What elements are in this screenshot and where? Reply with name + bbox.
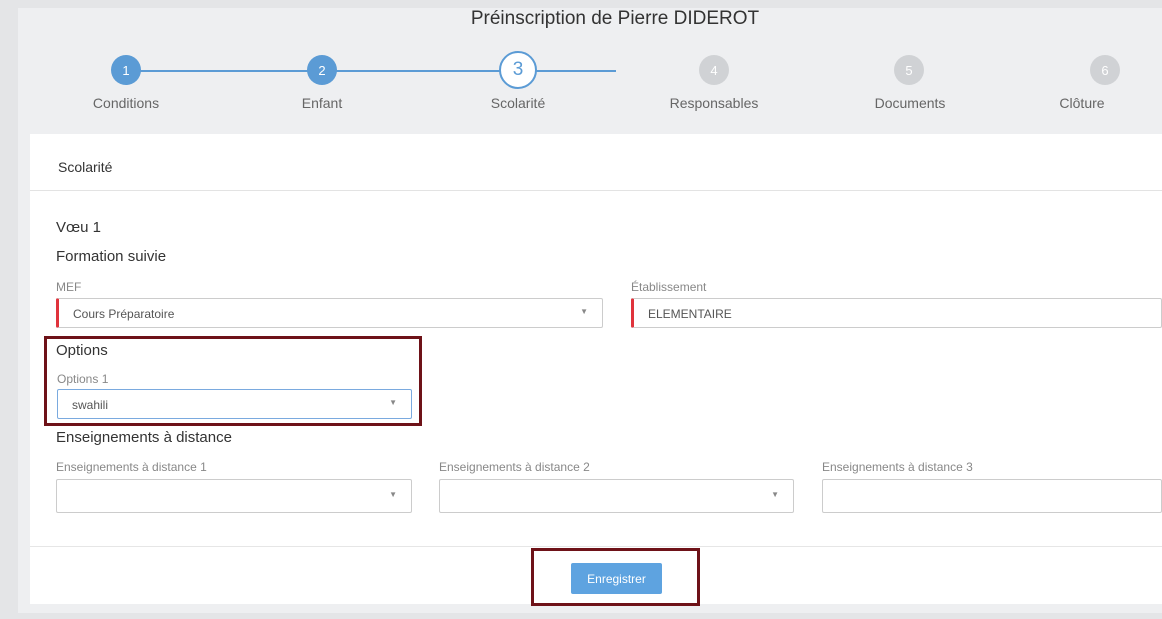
- chevron-down-icon: ▼: [771, 490, 779, 499]
- chevron-down-icon: ▼: [389, 490, 397, 499]
- distance-2-label: Enseignements à distance 2: [439, 460, 590, 474]
- mef-label: MEF: [56, 280, 82, 294]
- step-circle-responsables: 4: [699, 55, 729, 85]
- step-circle-scolarite[interactable]: 3: [499, 51, 537, 89]
- step-circle-conditions[interactable]: 1: [111, 55, 141, 85]
- options-highlight-box: [44, 336, 422, 426]
- voeu-title: Vœu 1: [56, 219, 102, 236]
- etablissement-field[interactable]: ELEMENTAIRE: [631, 298, 1162, 328]
- step-label-responsables: Responsables: [669, 95, 759, 111]
- distance-title: Enseignements à distance: [56, 429, 232, 446]
- mef-value: Cours Préparatoire: [73, 307, 175, 321]
- card-footer-divider: [30, 546, 1162, 547]
- chevron-down-icon: ▼: [580, 307, 588, 316]
- mef-select[interactable]: Cours Préparatoire ▼: [56, 298, 603, 328]
- distance-1-label: Enseignements à distance 1: [56, 460, 207, 474]
- card-header-title: Scolarité: [58, 159, 113, 175]
- distance-3-label: Enseignements à distance 3: [822, 460, 973, 474]
- formation-title: Formation suivie: [56, 248, 167, 265]
- step-label-documents: Documents: [874, 95, 946, 111]
- distance-1-select[interactable]: ▼: [56, 479, 412, 513]
- distance-3-select[interactable]: [822, 479, 1162, 513]
- page-title: Préinscription de Pierre DIDEROT: [470, 8, 760, 29]
- step-circle-cloture: 6: [1090, 55, 1120, 85]
- step-circle-enfant[interactable]: 2: [307, 55, 337, 85]
- etablissement-label: Établissement: [631, 280, 707, 294]
- save-highlight-box: [531, 548, 700, 606]
- step-label-cloture: Clôture: [1059, 95, 1105, 111]
- step-label-enfant: Enfant: [301, 95, 343, 111]
- etablissement-value: ELEMENTAIRE: [648, 307, 732, 321]
- step-label-conditions: Conditions: [92, 95, 160, 111]
- card-header: Scolarité: [30, 134, 1162, 191]
- step-label-scolarite: Scolarité: [490, 95, 546, 111]
- step-circle-documents: 5: [894, 55, 924, 85]
- distance-2-select[interactable]: ▼: [439, 479, 794, 513]
